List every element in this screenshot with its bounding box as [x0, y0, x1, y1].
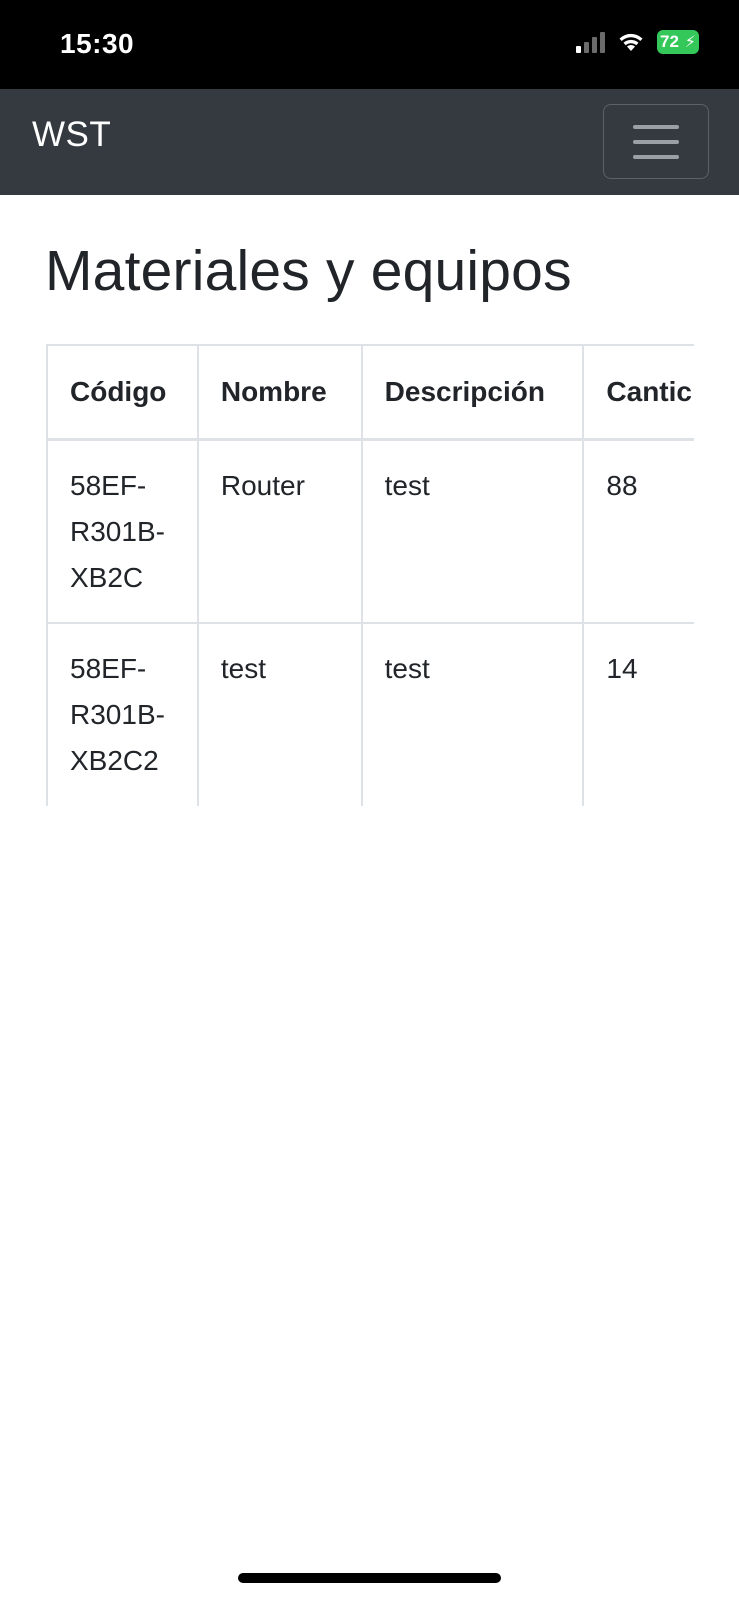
- table-row: 58EF- R301B- XB2C Router test 88: [46, 438, 694, 624]
- status-time: 15:30: [60, 28, 135, 59]
- materials-table-container[interactable]: Código Nombre Descripción Cantic 58EF- R3…: [46, 344, 694, 806]
- menu-toggle-button[interactable]: [603, 104, 709, 179]
- cell-descripcion: test: [360, 622, 585, 806]
- battery-icon: 72 ⚡: [657, 30, 699, 54]
- home-indicator[interactable]: [238, 1573, 501, 1583]
- wifi-icon: [617, 31, 645, 53]
- table-header-row: Código Nombre Descripción Cantic: [46, 344, 694, 441]
- menu-icon: [633, 124, 679, 129]
- status-bar: 15:30 72 ⚡: [0, 0, 739, 89]
- cell-cantidad: 14: [582, 622, 694, 806]
- cell-nombre: Router: [196, 438, 363, 624]
- navbar: WST: [0, 89, 739, 195]
- navbar-brand[interactable]: WST: [32, 115, 111, 155]
- signal-icon: [576, 31, 605, 53]
- cell-codigo: 58EF- R301B- XB2C: [46, 438, 199, 624]
- column-header-descripcion: Descripción: [360, 344, 585, 441]
- column-header-cantidad: Cantic: [582, 344, 694, 441]
- page-title: Materiales y equipos: [45, 239, 572, 303]
- column-header-nombre: Nombre: [196, 344, 363, 441]
- cell-descripcion: test: [360, 438, 585, 624]
- battery-level: 72: [660, 32, 679, 51]
- column-header-codigo: Código: [46, 344, 199, 441]
- status-icons: 72 ⚡: [576, 30, 699, 54]
- table-row: 58EF- R301B- XB2C2 test test 14: [46, 622, 694, 806]
- materials-table: Código Nombre Descripción Cantic 58EF- R3…: [46, 344, 694, 806]
- charging-bolt-icon: ⚡: [684, 34, 696, 51]
- cell-codigo: 58EF- R301B- XB2C2: [46, 622, 199, 806]
- cell-cantidad: 88: [582, 438, 694, 624]
- cell-nombre: test: [196, 622, 363, 806]
